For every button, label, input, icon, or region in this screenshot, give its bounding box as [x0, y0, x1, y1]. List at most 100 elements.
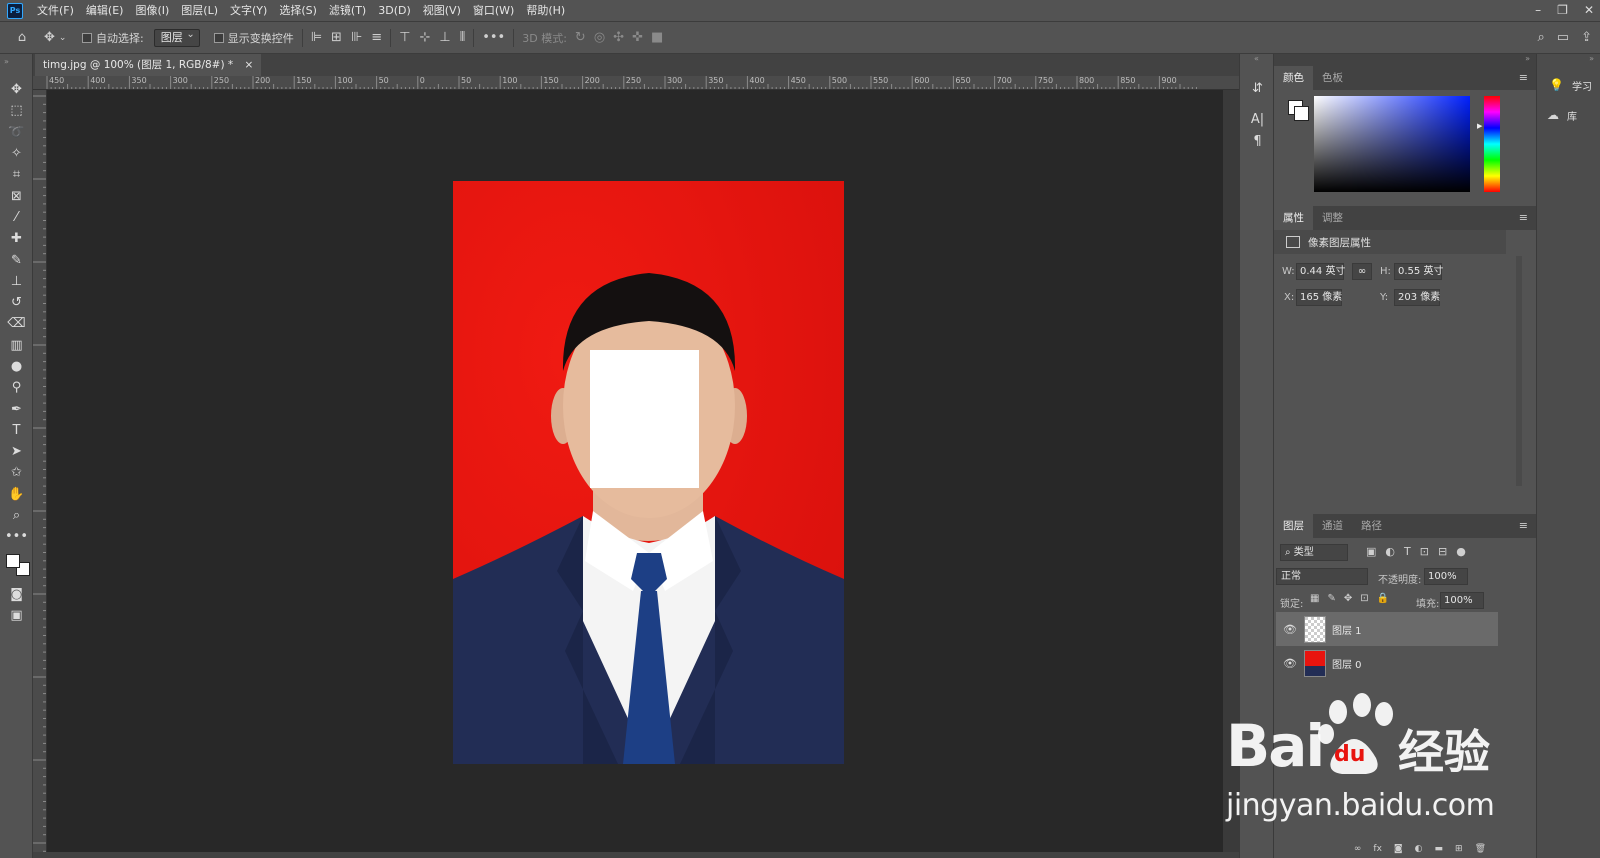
menu-window[interactable]: 窗口(W)	[467, 0, 520, 21]
panel-menu-icon[interactable]: ≡	[1519, 71, 1528, 84]
healing-brush-tool-icon[interactable]: ✚	[0, 228, 33, 249]
auto-select-target-dropdown[interactable]: 图层	[153, 27, 200, 47]
align-vcenter-icon[interactable]: ⊹	[420, 30, 431, 45]
menu-image[interactable]: 图像(I)	[129, 0, 175, 21]
lock-all-icon[interactable]: 🔒	[1377, 593, 1389, 604]
collapse-icon[interactable]: »	[1274, 54, 1536, 66]
filter-type-icon[interactable]: T	[1404, 545, 1411, 558]
tab-properties[interactable]: 属性	[1274, 206, 1313, 230]
layer-row[interactable]: 👁 图层 1	[1276, 612, 1498, 646]
lasso-tool-icon[interactable]: ➰	[0, 122, 33, 143]
history-panel-icon[interactable]: ⇵	[1240, 78, 1275, 99]
minimize-icon[interactable]: –	[1535, 0, 1541, 20]
menu-help[interactable]: 帮助(H)	[520, 0, 571, 21]
collapse-icon[interactable]: »	[1537, 54, 1600, 66]
filter-pixel-icon[interactable]: ▣	[1366, 545, 1376, 558]
blend-mode-dropdown[interactable]: 正常	[1276, 568, 1368, 585]
search-icon[interactable]: ⌕	[1538, 30, 1545, 45]
align-right-icon[interactable]: ⊪	[351, 30, 362, 45]
3d-orbit-icon[interactable]: ↻	[575, 30, 586, 45]
link-icon[interactable]: ∞	[1352, 263, 1372, 280]
show-transform-checkbox[interactable]	[213, 32, 224, 43]
hand-tool-icon[interactable]: ✋	[0, 484, 33, 505]
menu-filter[interactable]: 滤镜(T)	[323, 0, 372, 21]
foreground-color-swatch[interactable]	[6, 553, 20, 568]
layer-row[interactable]: 👁 图层 0	[1276, 646, 1498, 680]
close-icon[interactable]: ✕	[1584, 0, 1594, 20]
lock-artboard-icon[interactable]: ⊡	[1360, 593, 1368, 604]
workspace-icon[interactable]: ▭	[1557, 30, 1569, 45]
tab-color[interactable]: 颜色	[1274, 66, 1313, 90]
menu-select[interactable]: 选择(S)	[273, 0, 323, 21]
path-selection-tool-icon[interactable]: ➤	[0, 441, 33, 462]
character-panel-icon[interactable]: A|	[1240, 109, 1275, 130]
width-field[interactable]: 0.44 英寸	[1296, 263, 1345, 280]
dodge-tool-icon[interactable]: ⚲	[0, 377, 33, 398]
delete-layer-icon[interactable]: 🗑	[1475, 844, 1486, 858]
add-mask-icon[interactable]: ◙	[1394, 844, 1403, 858]
share-icon[interactable]: ⇪	[1581, 30, 1592, 45]
more-options-icon[interactable]: •••	[482, 30, 505, 45]
menu-edit[interactable]: 编辑(E)	[80, 0, 130, 21]
lock-position-icon[interactable]: ✥	[1344, 593, 1352, 604]
brush-tool-icon[interactable]: ✎	[0, 249, 33, 270]
tab-paths[interactable]: 路径	[1352, 514, 1391, 538]
eraser-tool-icon[interactable]: ⌫	[0, 313, 33, 334]
menu-3d[interactable]: 3D(D)	[372, 0, 417, 21]
move-tool-icon[interactable]: ✥	[0, 79, 33, 100]
blur-tool-icon[interactable]: ●	[0, 356, 33, 377]
history-brush-tool-icon[interactable]: ↺	[0, 292, 33, 313]
filter-smart-object-icon[interactable]: ⊟	[1438, 545, 1447, 558]
hue-marker-icon[interactable]: ▶	[1477, 122, 1482, 130]
document-tab[interactable]: timg.jpg @ 100% (图层 1, RGB/8#) * ×	[35, 54, 262, 76]
distribute-icon[interactable]: ≡	[371, 30, 382, 45]
shape-tool-icon[interactable]: ✩	[0, 462, 33, 483]
filter-shape-icon[interactable]: ⊡	[1420, 545, 1429, 558]
fill-field[interactable]: 100%	[1440, 592, 1484, 609]
auto-select-checkbox[interactable]	[82, 32, 92, 43]
tab-swatches[interactable]: 色板	[1313, 66, 1352, 90]
frame-tool-icon[interactable]: ⊠	[0, 185, 33, 206]
clone-stamp-tool-icon[interactable]: ⊥	[0, 271, 33, 292]
chevron-down-icon[interactable]: ⌄	[59, 33, 67, 43]
3d-roll-icon[interactable]: ◎	[594, 30, 605, 45]
y-field[interactable]: 203 像素	[1394, 289, 1440, 306]
x-field[interactable]: 165 像素	[1296, 289, 1342, 306]
opacity-field[interactable]: 100%	[1424, 568, 1468, 585]
align-bottom-icon[interactable]: ⊥	[439, 30, 450, 45]
align-left-icon[interactable]: ⊫	[311, 30, 322, 45]
fx-icon[interactable]: fx	[1373, 844, 1382, 858]
eye-icon[interactable]: 👁	[1280, 657, 1300, 670]
color-swatches[interactable]	[0, 548, 32, 584]
menu-layer[interactable]: 图层(L)	[175, 0, 224, 21]
pen-tool-icon[interactable]: ✒	[0, 398, 33, 419]
panel-menu-icon[interactable]: ≡	[1519, 519, 1528, 532]
layer-filter-dropdown[interactable]: ⌕ 类型	[1280, 544, 1348, 561]
tab-layers[interactable]: 图层	[1274, 514, 1313, 538]
filter-adjustment-icon[interactable]: ◐	[1385, 545, 1395, 558]
lock-transparent-icon[interactable]: ▦	[1310, 593, 1319, 604]
collapse-icon[interactable]: «	[1240, 54, 1273, 66]
crop-tool-icon[interactable]: ⌗	[0, 164, 33, 185]
screen-mode-icon[interactable]: ▣	[0, 605, 33, 626]
move-tool-icon[interactable]: ✥	[44, 30, 55, 45]
color-picker-field[interactable]	[1314, 96, 1470, 192]
zoom-tool-icon[interactable]: ⌕	[0, 505, 33, 526]
align-hcenter-icon[interactable]: ⊞	[331, 30, 342, 45]
edit-toolbar-icon[interactable]: •••	[0, 526, 33, 547]
type-tool-icon[interactable]: T	[0, 420, 33, 441]
close-tab-icon[interactable]: ×	[245, 59, 254, 71]
menu-view[interactable]: 视图(V)	[417, 0, 467, 21]
hue-slider[interactable]	[1484, 96, 1500, 192]
3d-pan-icon[interactable]: ✣	[613, 30, 624, 45]
magic-wand-tool-icon[interactable]: ✧	[0, 143, 33, 164]
eye-icon[interactable]: 👁	[1280, 623, 1300, 636]
adjustment-layer-icon[interactable]: ◐	[1415, 844, 1423, 858]
home-icon[interactable]: ⌂	[18, 30, 26, 45]
properties-scrollbar[interactable]	[1516, 256, 1522, 486]
new-layer-icon[interactable]: ⊞	[1455, 844, 1463, 858]
learn-button[interactable]: 💡 学习	[1537, 70, 1600, 100]
menu-type[interactable]: 文字(Y)	[224, 0, 273, 21]
panel-menu-icon[interactable]: ≡	[1519, 211, 1528, 224]
3d-slide-icon[interactable]: ✜	[632, 30, 643, 45]
